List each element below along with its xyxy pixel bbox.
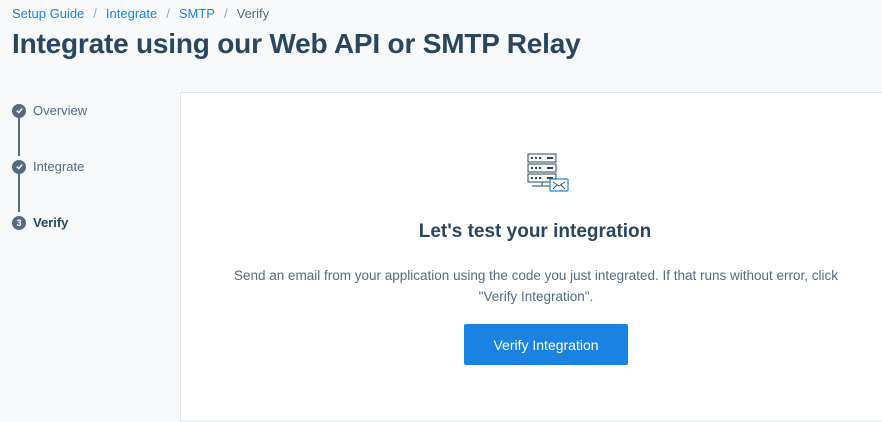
step-overview[interactable]: Overview <box>12 103 87 118</box>
verify-integration-button[interactable]: Verify Integration <box>464 324 628 365</box>
page-title: Integrate using our Web API or SMTP Rela… <box>12 28 581 59</box>
breadcrumb-separator: / <box>93 6 97 21</box>
card-title: Let's test your integration <box>418 221 652 242</box>
server-mail-icon <box>527 153 569 192</box>
card-description: Send an email from your application usin… <box>233 268 839 304</box>
step-integrate[interactable]: Integrate <box>12 159 84 174</box>
step-verify: 3 Verify <box>12 215 68 230</box>
step-label: Overview <box>33 103 88 118</box>
verify-card: Let's test your integration Send an emai… <box>180 92 882 422</box>
breadcrumb-separator: / <box>223 6 228 21</box>
step-label: Integrate <box>33 159 85 174</box>
breadcrumb-current: Verify <box>236 6 270 21</box>
check-icon <box>12 159 26 174</box>
step-connector <box>18 114 20 156</box>
breadcrumb-separator: / <box>166 6 170 21</box>
step-connector <box>18 170 20 212</box>
check-icon <box>12 103 26 118</box>
step-label: Verify <box>33 215 69 230</box>
breadcrumb-smtp[interactable]: SMTP <box>179 6 215 22</box>
breadcrumb-setup-guide[interactable]: Setup Guide <box>12 6 84 22</box>
breadcrumb: Setup Guide / Integrate / SMTP / Verify <box>12 6 269 22</box>
step-number: 3 <box>12 215 26 230</box>
breadcrumb-integrate[interactable]: Integrate <box>106 6 157 22</box>
